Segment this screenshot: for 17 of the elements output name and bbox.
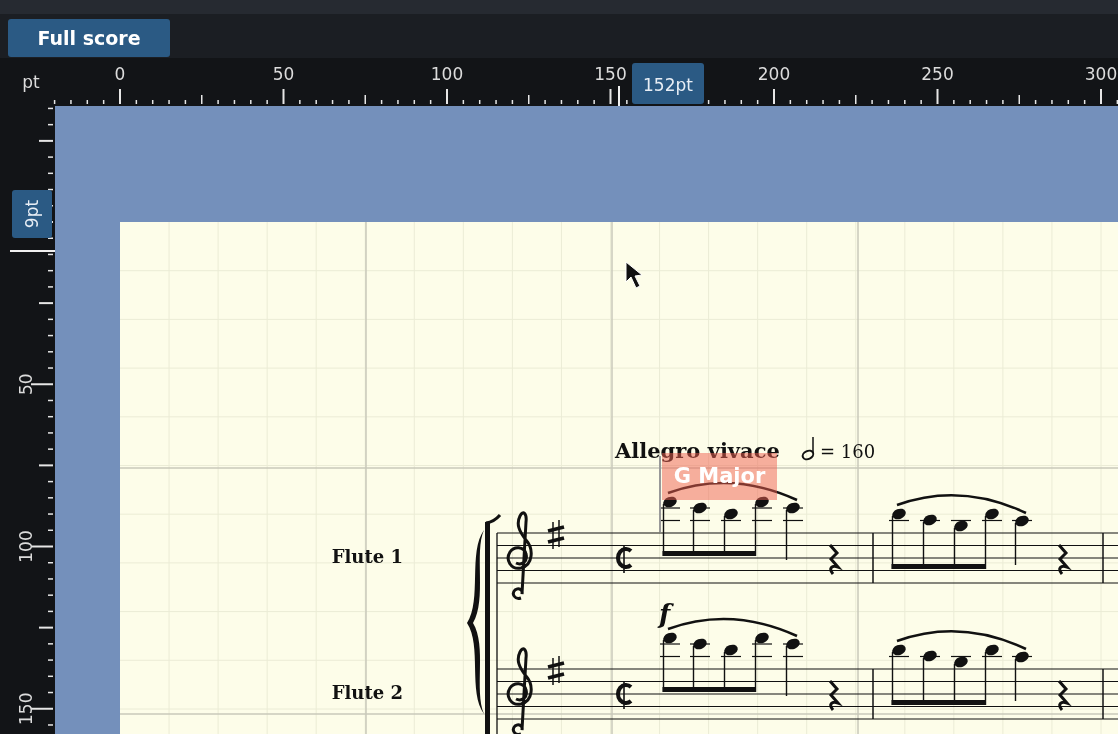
ruler-label: 50 [16,373,36,396]
ruler-unit: pt [22,72,40,92]
position-readout: 152pt [632,63,704,104]
ruler-label: 200 [757,64,791,84]
ruler-label: 150 [16,692,36,725]
metronome-mark: = 160 [820,441,876,462]
ruler-label: 50 [272,64,295,84]
ruler-label: 150 [594,64,627,84]
instrument-name: Flute 2 [331,682,403,703]
ruler-label: 0 [114,64,126,84]
full-score-tab[interactable]: Full score [8,19,170,57]
instrument-name: Flute 1 [331,546,403,567]
ruler-label: 100 [430,64,464,84]
position-readout: 9pt [12,190,52,238]
ruler-label: 100 [16,530,36,563]
ruler-label: 250 [921,64,954,84]
ruler-label: 300 [1084,64,1118,84]
